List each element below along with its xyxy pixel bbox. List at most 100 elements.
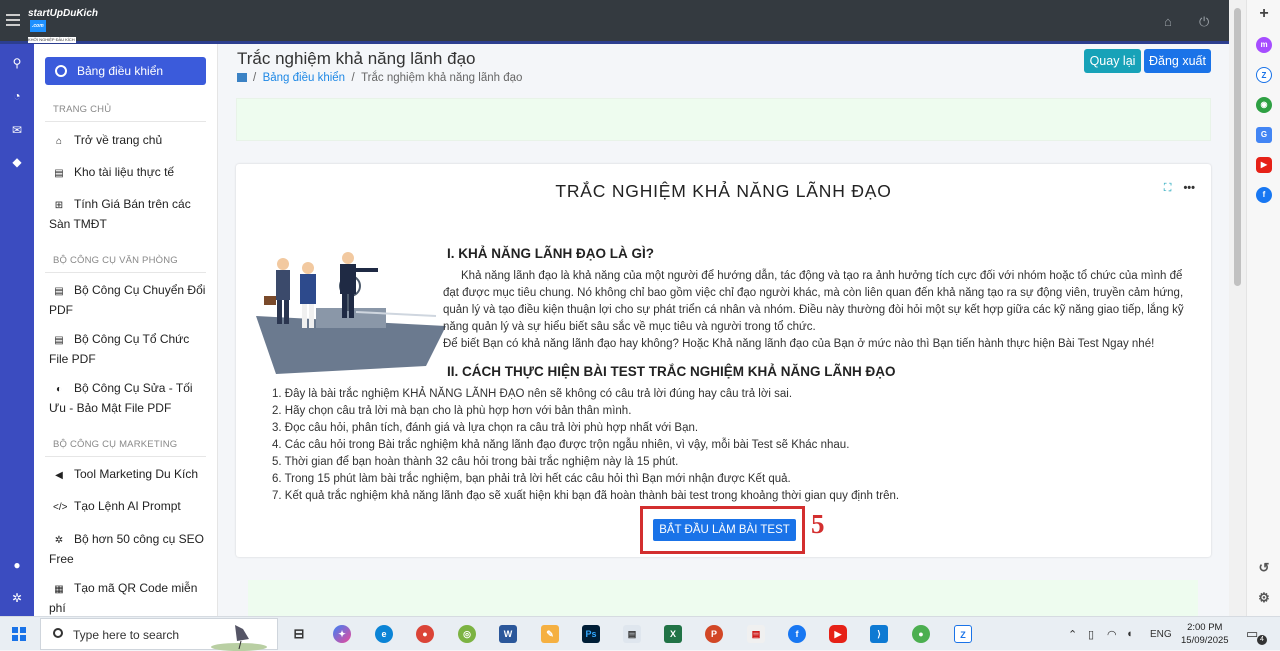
breadcrumb: / Bảng điều khiển / Trắc nghiệm khả năng…: [237, 72, 522, 84]
copilot-icon[interactable]: ✦: [333, 625, 351, 643]
logo-text: startUpDuKich: [28, 8, 99, 19]
sidebar-item-ai-prompt[interactable]: </> Tạo Lệnh AI Prompt: [49, 497, 209, 517]
page-title: Trắc nghiệm khả năng lãnh đạo: [237, 49, 476, 68]
feedly-icon[interactable]: ◎: [458, 625, 476, 643]
add-icon[interactable]: +: [1256, 6, 1272, 22]
breadcrumb-sep: /: [253, 72, 257, 84]
notification-badge: 4: [1257, 635, 1267, 645]
excel-icon[interactable]: X: [664, 625, 682, 643]
sidebar-item-price-calc[interactable]: ⊞ Tính Giá Bán trên các Sàn TMĐT: [49, 195, 209, 233]
pdf-icon: ▤: [54, 335, 64, 346]
facebook-icon[interactable]: f: [1256, 187, 1272, 203]
card-title: TRẮC NGHIỆM KHẢ NĂNG LÃNH ĐẠO: [555, 181, 892, 201]
page-scrollbar[interactable]: [1229, 0, 1246, 616]
nav-label: Bộ Công Cụ Sửa - Tối Ưu - Bảo Mật File P…: [49, 381, 193, 415]
messenger-icon[interactable]: m: [1256, 37, 1272, 53]
more-icon[interactable]: •••: [1183, 182, 1195, 194]
section1-paragraph: Khả năng lãnh đạo là khả năng của một ng…: [443, 270, 1184, 333]
search-icon: [53, 628, 63, 638]
sidebar-item-seo-tools[interactable]: ✲ Bộ hơn 50 công cụ SEO Free: [49, 530, 209, 568]
clock[interactable]: 2:00 PM 15/09/2025: [1181, 621, 1229, 647]
leadership-illustration: [256, 252, 446, 374]
start-test-button[interactable]: BẮT ĐẦU LÀM BÀI TEST: [653, 519, 796, 541]
mail-icon[interactable]: ✉: [10, 123, 24, 137]
sidebar-item-pdf-organize[interactable]: ▤ Bộ Công Cụ Tổ Chức File PDF: [49, 330, 209, 368]
gear-icon: ✲: [54, 535, 64, 546]
task-view-icon[interactable]: ⊟: [290, 625, 308, 643]
sidebar-item-home[interactable]: ⌂ Trở về trang chủ: [49, 131, 209, 151]
section2-title: II. CÁCH THỰC HIỆN BÀI TEST TRẮC NGHIỆM …: [447, 364, 896, 379]
gauge-icon: [55, 65, 67, 77]
step-annotation: 5: [811, 509, 825, 539]
browser-sidebar: + m Z ◉ G ▶ f ↺ ⚙: [1246, 0, 1280, 616]
sidebar-item-documents[interactable]: ▤ Kho tài liệu thực tế: [49, 163, 209, 183]
section-title-office: BỘ CÔNG CỤ VĂN PHÒNG: [53, 255, 178, 266]
home-icon[interactable]: ⌂: [1164, 14, 1172, 29]
nav-label: Kho tài liệu thực tế: [74, 165, 175, 179]
language-indicator[interactable]: ENG: [1150, 629, 1172, 640]
taskbar-search[interactable]: Type here to search: [40, 618, 278, 651]
device-icon[interactable]: ▯: [1088, 628, 1094, 641]
gear-icon[interactable]: ⚙: [1256, 590, 1272, 606]
youtube-icon[interactable]: ▶: [1256, 157, 1272, 173]
sidebar: Bảng điều khiển TRANG CHỦ ⌂ Trở về trang …: [34, 44, 218, 616]
logo-tagline: KHỞI NGHIỆP ĐẦU KÍCH: [28, 36, 76, 43]
chrome-profile-icon[interactable]: ●: [912, 625, 930, 643]
sidebar-item-marketing-tool[interactable]: ◀ Tool Marketing Du Kích: [49, 465, 209, 485]
wifi-icon[interactable]: ◠: [1107, 628, 1117, 641]
expand-icon[interactable]: ⛶: [1164, 182, 1172, 194]
notepad-icon[interactable]: ▤: [623, 625, 641, 643]
power-icon[interactable]: ⏻: [1199, 14, 1209, 30]
youtube-app-icon[interactable]: ▶: [829, 625, 847, 643]
settings-icon[interactable]: ✲: [10, 591, 24, 605]
highlight-frame: BẮT ĐẦU LÀM BÀI TEST: [640, 506, 805, 554]
sidebar-item-pdf-convert[interactable]: ▤ Bộ Công Cụ Chuyển Đổi PDF: [49, 281, 209, 319]
breadcrumb-dashboard-link[interactable]: Bảng điều khiển: [263, 72, 345, 84]
photoshop-icon[interactable]: Ps: [582, 625, 600, 643]
site-logo[interactable]: startUpDuKich.com KHỞI NGHIỆP ĐẦU KÍCH: [28, 8, 104, 43]
card-tools: ⛶ •••: [1164, 182, 1195, 195]
menu-icon[interactable]: [6, 14, 20, 26]
word-icon[interactable]: W: [499, 625, 517, 643]
bottom-banner: [248, 580, 1198, 616]
chevron-up-icon[interactable]: ⌃: [1068, 628, 1077, 641]
logo-badge: .com: [30, 20, 46, 32]
zalo-icon[interactable]: Z: [1256, 67, 1272, 83]
breadcrumb-sep: /: [351, 72, 355, 84]
gamepad-icon[interactable]: ◉: [1256, 97, 1272, 113]
section-title-home: TRANG CHỦ: [53, 104, 112, 115]
facebook-app-icon[interactable]: f: [788, 625, 806, 643]
powerpoint-icon[interactable]: P: [705, 625, 723, 643]
chrome-icon[interactable]: ●: [416, 625, 434, 643]
vscode-icon[interactable]: ⟩: [870, 625, 888, 643]
paint-icon[interactable]: ✎: [541, 625, 559, 643]
sidebar-item-dashboard[interactable]: Bảng điều khiển: [45, 57, 206, 85]
speaker-icon[interactable]: ◖: [1126, 628, 1133, 640]
home-icon: ⌂: [55, 136, 63, 147]
list-item: 7. Kết quả trắc nghiệm khả năng lãnh đạo…: [272, 490, 900, 502]
history-icon[interactable]: ↺: [1256, 560, 1272, 576]
dashboard-icon[interactable]: ◔: [10, 89, 24, 103]
user-icon[interactable]: ●: [10, 558, 24, 572]
nav-label: Bộ Công Cụ Chuyển Đổi PDF: [49, 283, 206, 317]
search-icon[interactable]: ⚲: [10, 56, 24, 70]
list-item: 2. Hãy chọn câu trả lời mà bạn cho là ph…: [272, 405, 632, 417]
breadcrumb-current: Trắc nghiệm khả năng lãnh đạo: [361, 72, 523, 84]
translate-icon[interactable]: G: [1256, 127, 1272, 143]
pdf-icon[interactable]: ▤: [747, 625, 765, 643]
scroll-thumb[interactable]: [1234, 8, 1241, 286]
back-button[interactable]: Quay lại: [1084, 49, 1141, 73]
taskbar: Type here to search ⊟ ✦ e ● ◎ W ✎ Ps ▤ X…: [0, 616, 1280, 651]
windows-start-icon[interactable]: [12, 627, 26, 641]
code-icon: </>: [53, 502, 68, 513]
logout-button[interactable]: Đăng xuất: [1144, 49, 1211, 73]
dashboard-label: Bảng điều khiển: [77, 64, 164, 78]
zalo-app-icon[interactable]: Z: [954, 625, 972, 643]
heron-icon: [211, 625, 267, 651]
test-intro-card: TRẮC NGHIỆM KHẢ NĂNG LÃNH ĐẠO ⛶ ••• I. KH…: [236, 164, 1211, 557]
cart-icon: ⊞: [54, 200, 64, 211]
sidebar-item-pdf-secure[interactable]: ◐ Bộ Công Cụ Sửa - Tối Ưu - Bảo Mật File …: [49, 379, 209, 417]
edge-icon[interactable]: e: [375, 625, 393, 643]
diamond-icon[interactable]: ◆: [10, 155, 24, 169]
sidebar-item-qr-code[interactable]: ▦ Tạo mã QR Code miễn phí: [49, 579, 209, 616]
